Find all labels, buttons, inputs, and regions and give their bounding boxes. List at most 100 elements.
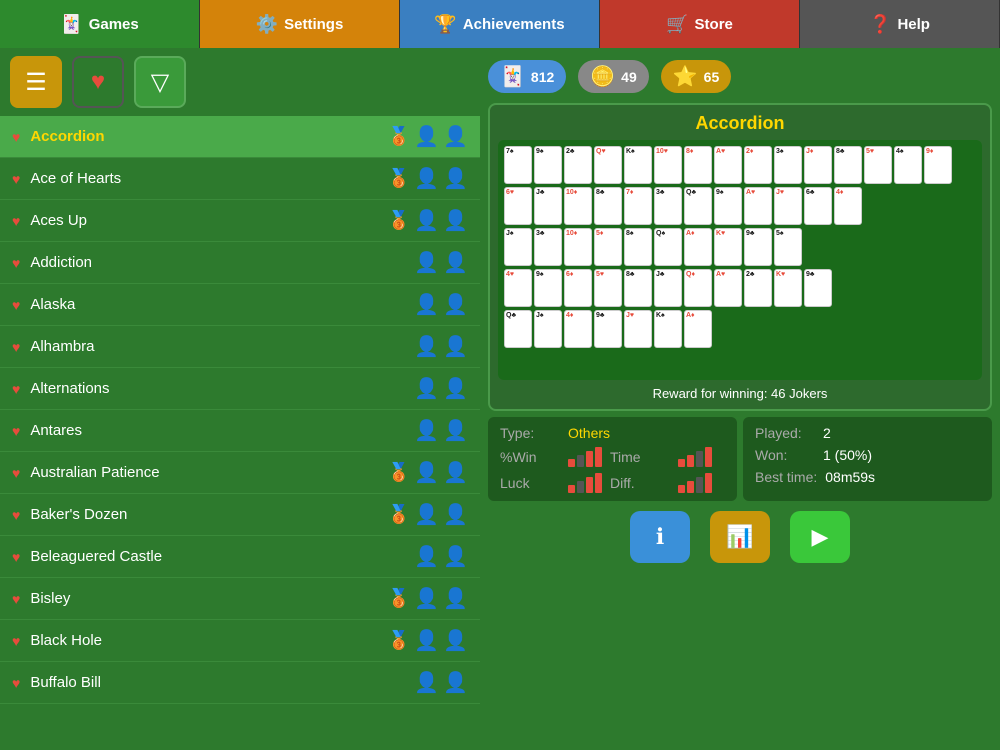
stats-button[interactable]: 📊 [710, 511, 770, 563]
badges: 🥉 👤 👤 [388, 502, 468, 527]
person-icon-2: 👤 [443, 376, 468, 401]
game-item-ace-of-hearts[interactable]: ♥ Ace of Hearts 🥉 👤 👤 [0, 158, 480, 200]
heart-indicator: ♥ [12, 129, 20, 145]
card-table: 7♠ 9♠ 2♣ Q♥ K♠ 10♥ 8♦ A♥ 2♦ 3♠ J♦ 8♣ 5♥ … [498, 140, 982, 380]
diff-label: Diff. [610, 475, 670, 491]
game-item-accordion[interactable]: ♥ Accordion 🥉 👤 👤 [0, 116, 480, 158]
best-time-row: Best time: 08m59s [755, 469, 980, 485]
game-item-bakers-dozen[interactable]: ♥ Baker's Dozen 🥉 👤 👤 [0, 494, 480, 536]
person-icon: 👤 [414, 586, 439, 611]
medal-icon: 🥉 [388, 462, 410, 483]
type-value: Others [568, 425, 610, 441]
game-name: Antares [30, 422, 414, 439]
person-icon: 👤 [414, 250, 439, 275]
left-panel: ☰ ♥ ▽ ♥ Accordion 🥉 👤 👤 ♥ A [0, 48, 480, 750]
card: A♥ [714, 146, 742, 184]
game-item-alternations[interactable]: ♥ Alternations 👤 👤 [0, 368, 480, 410]
card: 3♠ [774, 146, 802, 184]
play-button[interactable]: ▶ [790, 511, 850, 563]
game-item-alhambra[interactable]: ♥ Alhambra 👤 👤 [0, 326, 480, 368]
main-content: ☰ ♥ ▽ ♥ Accordion 🥉 👤 👤 ♥ A [0, 48, 1000, 750]
game-item-beleaguered-castle[interactable]: ♥ Beleaguered Castle 👤 👤 [0, 536, 480, 578]
game-item-alaska[interactable]: ♥ Alaska 👤 👤 [0, 284, 480, 326]
card: J♦ [804, 146, 832, 184]
person-icon: 👤 [414, 418, 439, 443]
card: J♠ [534, 310, 562, 348]
person-icon: 👤 [414, 628, 439, 653]
game-name: Beleaguered Castle [30, 548, 414, 565]
played-row: Played: 2 [755, 425, 980, 441]
medal-icon: 🥉 [388, 168, 410, 189]
card: 3♣ [534, 228, 562, 266]
list-icon: ☰ [25, 68, 47, 97]
game-list: ♥ Accordion 🥉 👤 👤 ♥ Ace of Hearts 🥉 👤 👤 [0, 116, 480, 750]
person-icon-2: 👤 [443, 502, 468, 527]
card: J♥ [774, 187, 802, 225]
card: 2♣ [564, 146, 592, 184]
game-item-aces-up[interactable]: ♥ Aces Up 🥉 👤 👤 [0, 200, 480, 242]
game-name: Aces Up [30, 212, 387, 229]
nav-help[interactable]: ❓ Help [800, 0, 1000, 48]
bar-3 [696, 477, 703, 493]
person-icon: 👤 [414, 124, 439, 149]
game-item-bisley[interactable]: ♥ Bisley 🥉 👤 👤 [0, 578, 480, 620]
card: 4♥ [504, 269, 532, 307]
card: 9♣ [594, 310, 622, 348]
game-item-australian-patience[interactable]: ♥ Australian Patience 🥉 👤 👤 [0, 452, 480, 494]
time-bars [678, 447, 712, 467]
card-row-2: 6♥ J♣ 10♦ 8♣ 7♦ 3♣ Q♣ 9♠ A♥ J♥ 6♣ 4♦ [504, 187, 976, 225]
heart-indicator: ♥ [12, 633, 20, 649]
card: 5♦ [594, 228, 622, 266]
settings-icon: ⚙️ [256, 14, 278, 35]
card: Q♦ [684, 269, 712, 307]
info-button[interactable]: ℹ [630, 511, 690, 563]
won-label: Won: [755, 447, 815, 463]
type-row: Type: Others [500, 425, 725, 441]
card-row-3: J♠ 3♣ 10♦ 5♦ 8♠ Q♠ A♦ K♥ 9♣ 5♠ [504, 228, 976, 266]
nav-store[interactable]: 🛒 Store [600, 0, 800, 48]
info-left: Type: Others %Win Time [488, 417, 737, 501]
played-value: 2 [823, 425, 831, 441]
person-icon-2: 👤 [443, 334, 468, 359]
person-icon-2: 👤 [443, 544, 468, 569]
person-icon-2: 👤 [443, 628, 468, 653]
game-item-addiction[interactable]: ♥ Addiction 👤 👤 [0, 242, 480, 284]
info-right: Played: 2 Won: 1 (50%) Best time: 08m59s [743, 417, 992, 501]
heart-indicator: ♥ [12, 591, 20, 607]
coin-icon: 🪙 [590, 64, 615, 89]
badges: 👤 👤 [414, 250, 468, 275]
filter-button[interactable]: ▽ [134, 56, 186, 108]
nav-settings[interactable]: ⚙️ Settings [200, 0, 400, 48]
nav-achievements[interactable]: 🏆 Achievements [400, 0, 600, 48]
game-item-black-hole[interactable]: ♥ Black Hole 🥉 👤 👤 [0, 620, 480, 662]
game-name: Black Hole [30, 632, 387, 649]
badges: 👤 👤 [414, 334, 468, 359]
card: A♦ [684, 310, 712, 348]
bar-1 [678, 485, 685, 493]
bar-1 [568, 485, 575, 493]
games-icon: 🃏 [60, 14, 82, 35]
favorites-button[interactable]: ♥ [72, 56, 124, 108]
card: 8♣ [624, 269, 652, 307]
coin-count: 49 [621, 69, 637, 85]
joker-count: 812 [531, 69, 554, 85]
list-view-button[interactable]: ☰ [10, 56, 62, 108]
nav-games-label: Games [89, 16, 139, 33]
card: K♠ [624, 146, 652, 184]
nav-games[interactable]: 🃏 Games [0, 0, 200, 48]
badges: 🥉 👤 👤 [388, 628, 468, 653]
person-icon-2: 👤 [443, 418, 468, 443]
game-item-buffalo-bill[interactable]: ♥ Buffalo Bill 👤 👤 [0, 662, 480, 704]
card: J♣ [534, 187, 562, 225]
bar-4 [705, 447, 712, 467]
stats-bar: 🃏 812 🪙 49 ⭐ 65 [488, 56, 992, 97]
badges: 🥉 👤 👤 [388, 208, 468, 233]
bottom-buttons: ℹ 📊 ▶ [488, 507, 992, 567]
card: 3♣ [654, 187, 682, 225]
game-item-antares[interactable]: ♥ Antares 👤 👤 [0, 410, 480, 452]
game-info: Type: Others %Win Time [488, 417, 992, 501]
person-icon-2: 👤 [443, 586, 468, 611]
card: 2♦ [744, 146, 772, 184]
star-stat: ⭐ 65 [661, 60, 731, 93]
card: 9♦ [924, 146, 952, 184]
